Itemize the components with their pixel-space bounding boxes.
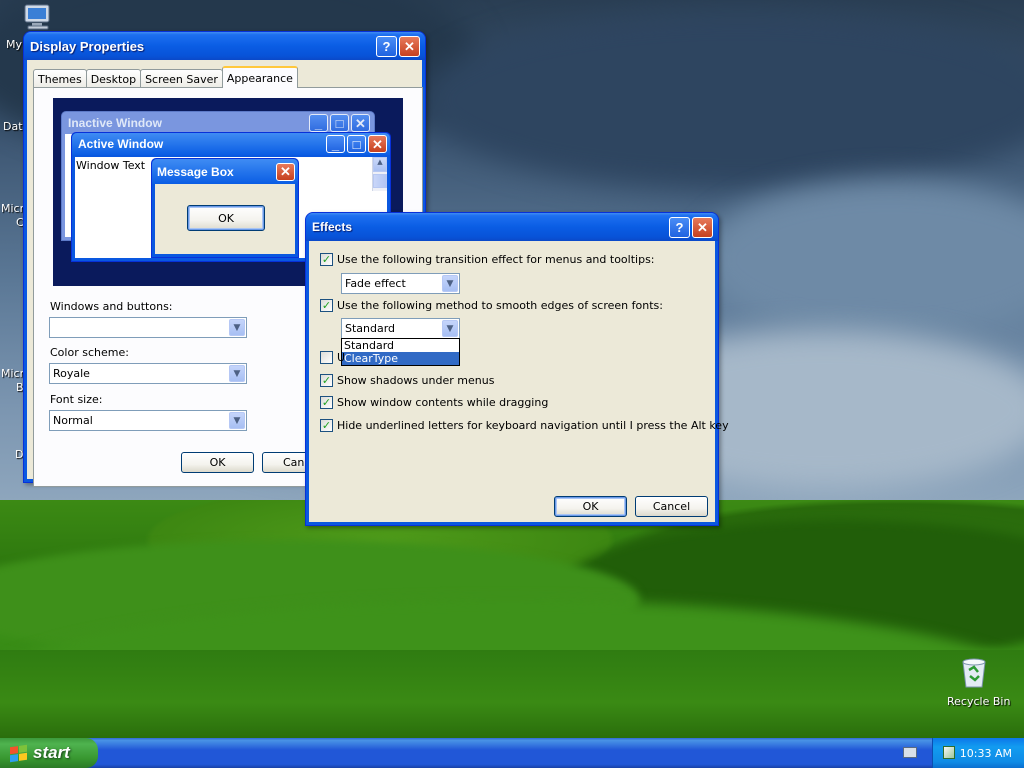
color-scheme-value: Royale: [53, 367, 90, 380]
tab-themes[interactable]: Themes: [33, 69, 87, 88]
preview-message-box: Message Box ✕ OK: [151, 158, 299, 258]
hide-underline-label[interactable]: Hide underlined letters for keyboard nav…: [337, 419, 729, 432]
network-icon[interactable]: [943, 746, 955, 759]
font-size-label: Font size:: [50, 393, 103, 406]
chevron-down-icon[interactable]: ▼: [442, 320, 458, 337]
preview-inactive-title: Inactive Window: [68, 116, 162, 130]
close-icon: ✕: [351, 114, 370, 132]
cloud: [420, 10, 1024, 190]
tab-desktop[interactable]: Desktop: [85, 69, 142, 88]
close-icon: ✕: [276, 162, 295, 181]
preview-message-box-title: Message Box: [157, 164, 234, 179]
effects-body: ✓ Use the following transition effect fo…: [309, 241, 729, 522]
dropdown-option-cleartype[interactable]: ClearType: [342, 352, 459, 365]
system-tray: 10:33 AM: [932, 738, 1024, 768]
maximize-icon: □: [347, 135, 366, 153]
help-button[interactable]: ?: [669, 216, 690, 238]
chevron-down-icon[interactable]: ▼: [229, 365, 245, 382]
window-title: Display Properties: [30, 38, 145, 54]
transition-select[interactable]: Fade effect ▼: [341, 273, 460, 294]
dropdown-option-standard[interactable]: Standard: [342, 339, 459, 352]
taskbar: start 10:33 AM: [0, 738, 1024, 768]
color-scheme-label: Color scheme:: [50, 346, 129, 359]
preview-ok-button: OK: [187, 205, 265, 231]
hidden-option-checkbox[interactable]: [320, 351, 333, 364]
my-computer-icon[interactable]: [22, 3, 54, 31]
recycle-bin-icon[interactable]: [957, 656, 991, 690]
tab-strip: Themes Desktop Screen Saver Appearance: [33, 66, 298, 88]
hidden-option-label[interactable]: U: [337, 351, 345, 364]
desktop-icon-label-my-computer[interactable]: My: [6, 38, 22, 51]
smooth-fonts-label[interactable]: Use the following method to smooth edges…: [337, 299, 663, 312]
smooth-fonts-dropdown-list: Standard ClearType: [341, 338, 460, 366]
title-bar[interactable]: Display Properties ? ✕: [24, 32, 425, 60]
effects-ok-button[interactable]: OK: [554, 496, 627, 517]
hide-underline-checkbox[interactable]: ✓: [320, 419, 333, 432]
start-button[interactable]: start: [0, 738, 98, 768]
tab-appearance[interactable]: Appearance: [221, 66, 298, 88]
windows-logo-icon: [10, 744, 27, 762]
chevron-down-icon[interactable]: ▼: [229, 319, 245, 336]
smooth-fonts-value: Standard: [345, 322, 396, 335]
drag-contents-checkbox[interactable]: ✓: [320, 396, 333, 409]
display-ok-button[interactable]: OK: [181, 452, 254, 473]
chevron-down-icon[interactable]: ▼: [442, 275, 458, 292]
transition-checkbox[interactable]: ✓: [320, 253, 333, 266]
effects-cancel-button[interactable]: Cancel: [635, 496, 708, 517]
cloud: [700, 180, 1024, 340]
preview-scrollbar: ▲: [372, 157, 387, 191]
effects-dialog: Effects ? ✕ ✓ Use the following transiti…: [305, 212, 729, 526]
smooth-fonts-select[interactable]: Standard ▼: [341, 318, 460, 339]
close-button[interactable]: ✕: [399, 35, 420, 57]
windows-and-buttons-select[interactable]: ▼: [49, 317, 247, 338]
minimize-icon: _: [309, 114, 328, 132]
close-icon: ✕: [368, 135, 387, 153]
font-size-select[interactable]: Normal ▼: [49, 410, 247, 431]
transition-label[interactable]: Use the following transition effect for …: [337, 253, 655, 266]
chevron-down-icon[interactable]: ▼: [229, 412, 245, 429]
effects-title-bar[interactable]: Effects ? ✕: [306, 213, 718, 241]
drag-contents-label[interactable]: Show window contents while dragging: [337, 396, 548, 409]
help-button[interactable]: ?: [376, 35, 397, 57]
minimize-icon: _: [326, 135, 345, 153]
keyboard-icon[interactable]: [903, 747, 917, 758]
transition-value: Fade effect: [345, 277, 406, 290]
tab-screen-saver[interactable]: Screen Saver: [140, 69, 223, 88]
font-size-value: Normal: [53, 414, 93, 427]
maximize-icon: □: [330, 114, 349, 132]
close-button[interactable]: ✕: [692, 216, 713, 238]
menu-shadows-checkbox[interactable]: ✓: [320, 374, 333, 387]
clock[interactable]: 10:33 AM: [960, 747, 1012, 760]
windows-and-buttons-label: Windows and buttons:: [50, 300, 173, 313]
effects-title: Effects: [312, 220, 353, 234]
menu-shadows-label[interactable]: Show shadows under menus: [337, 374, 494, 387]
smooth-fonts-checkbox[interactable]: ✓: [320, 299, 333, 312]
preview-window-text: Window Text: [76, 159, 146, 172]
desktop-icon-label-data[interactable]: Dat: [3, 120, 23, 133]
preview-active-title: Active Window: [78, 137, 164, 151]
color-scheme-select[interactable]: Royale ▼: [49, 363, 247, 384]
recycle-bin-label[interactable]: Recycle Bin: [947, 695, 1010, 708]
grass: [0, 650, 1024, 738]
start-label: start: [33, 743, 70, 762]
